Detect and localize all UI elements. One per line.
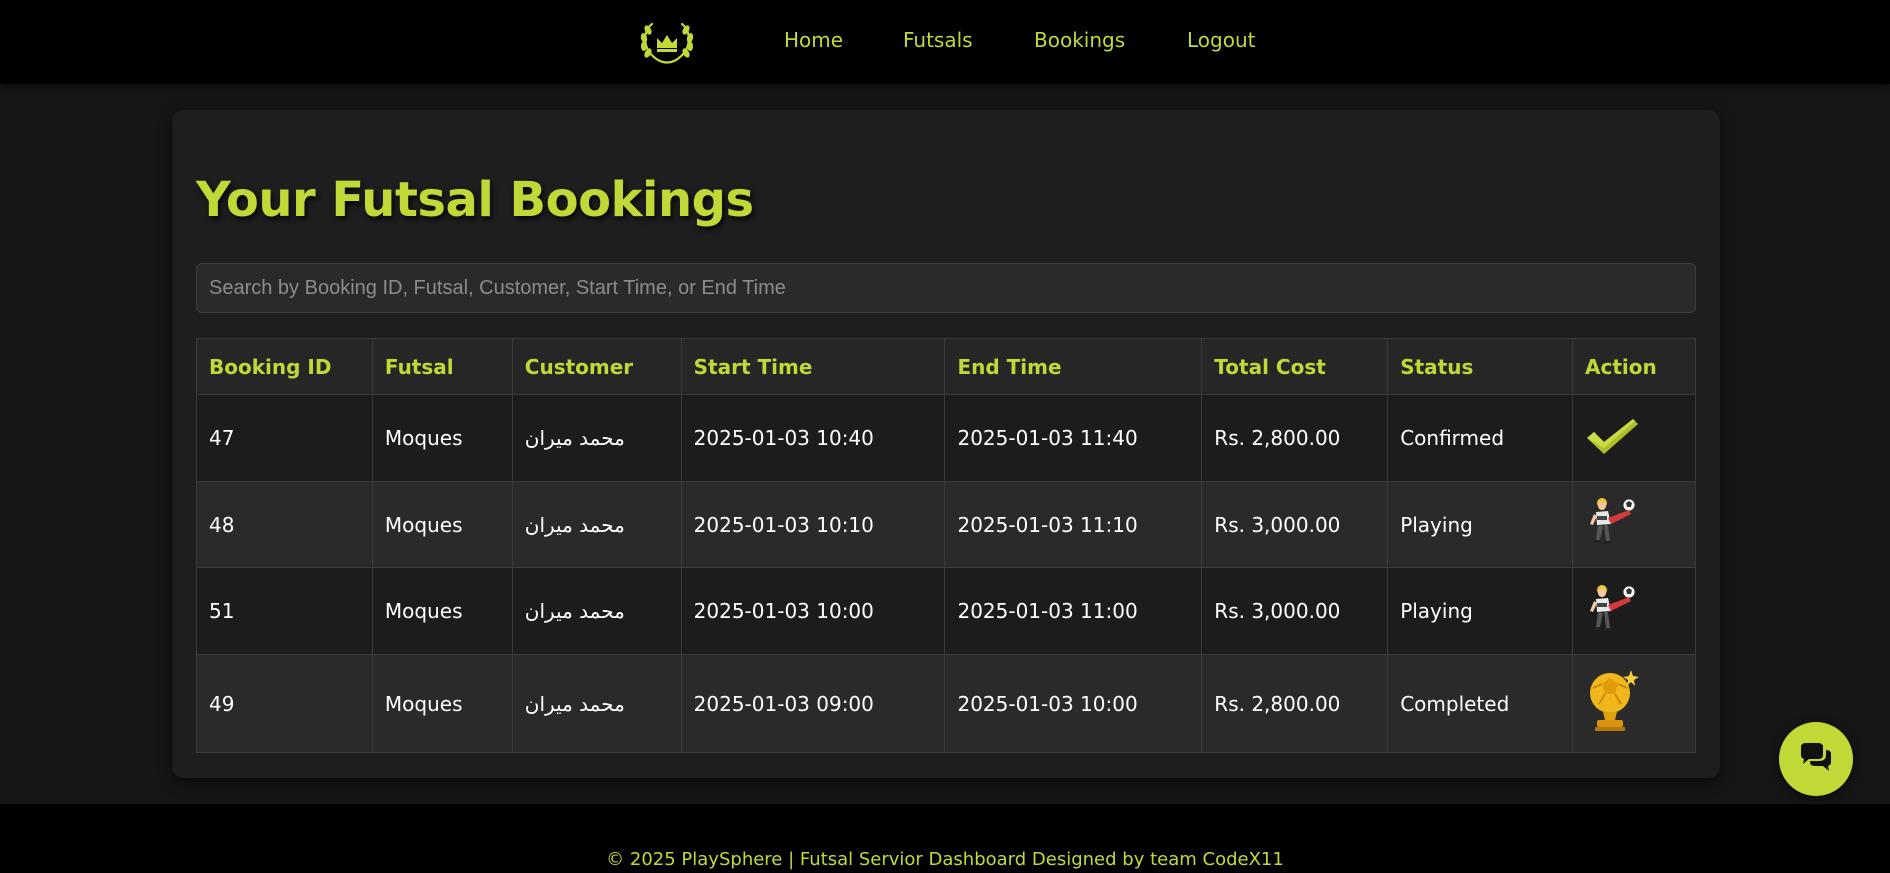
booking-id-cell: 51 (196, 567, 373, 655)
nav-home-link[interactable]: Home (784, 26, 843, 54)
action-cell (1572, 481, 1696, 568)
total-cost-cell: Rs. 3,000.00 (1201, 567, 1389, 655)
bookings-card: Your Futsal Bookings Booking ID Futsal C… (172, 110, 1720, 778)
total-cost-cell: Rs. 3,000.00 (1201, 481, 1389, 568)
booking-id-cell: 48 (196, 481, 373, 568)
end-time-cell: 2025-01-03 11:00 (944, 567, 1203, 655)
top-navbar: Home Futsals Bookings Logout (0, 0, 1890, 84)
table-row: 49 Moques محمد میران 2025-01-03 09:00 20… (196, 654, 1696, 753)
futsal-cell: Moques (371, 394, 513, 482)
green-checkmark-icon[interactable] (1585, 416, 1639, 461)
table-row: 48 Moques محمد میران 2025-01-03 10:10 20… (196, 481, 1696, 568)
nav-futsals-link[interactable]: Futsals (903, 26, 973, 54)
column-header-customer: Customer (511, 338, 682, 395)
customer-cell: محمد میران (511, 394, 682, 482)
column-header-futsal: Futsal (371, 338, 513, 395)
table-row: 47 Moques محمد میران 2025-01-03 10:40 20… (196, 394, 1696, 482)
customer-cell: محمد میران (511, 481, 682, 568)
start-time-cell: 2025-01-03 09:00 (680, 654, 946, 753)
laurel-crown-logo-icon[interactable] (636, 16, 698, 68)
status-cell: Confirmed (1387, 394, 1574, 482)
player-kicking-ball-icon[interactable] (1585, 496, 1639, 553)
table-header-row: Booking ID Futsal Customer Start Time En… (196, 338, 1696, 395)
column-header-action: Action (1572, 338, 1696, 395)
customer-cell: محمد میران (511, 654, 682, 753)
player-kicking-ball-icon[interactable] (1585, 583, 1639, 640)
nav-logout-link[interactable]: Logout (1187, 26, 1255, 54)
column-header-status: Status (1387, 338, 1574, 395)
bookings-table: Booking ID Futsal Customer Start Time En… (196, 338, 1696, 753)
total-cost-cell: Rs. 2,800.00 (1201, 394, 1389, 482)
chat-bubbles-icon (1798, 741, 1834, 777)
nav-bookings-link[interactable]: Bookings (1034, 26, 1125, 54)
end-time-cell: 2025-01-03 10:00 (944, 654, 1203, 753)
column-header-start-time: Start Time (680, 338, 946, 395)
table-row: 51 Moques محمد میران 2025-01-03 10:00 20… (196, 567, 1696, 655)
page-title: Your Futsal Bookings (196, 172, 754, 228)
column-header-end-time: End Time (944, 338, 1203, 395)
column-header-booking-id: Booking ID (196, 338, 373, 395)
footer-copyright-text: © 2025 PlaySphere | Futsal Servior Dashb… (606, 849, 1284, 870)
customer-cell: محمد میران (511, 567, 682, 655)
booking-id-cell: 47 (196, 394, 373, 482)
search-input[interactable] (196, 263, 1696, 313)
end-time-cell: 2025-01-03 11:40 (944, 394, 1203, 482)
status-cell: Playing (1387, 481, 1574, 568)
futsal-cell: Moques (371, 654, 513, 753)
end-time-cell: 2025-01-03 11:10 (944, 481, 1203, 568)
booking-id-cell: 49 (196, 654, 373, 753)
futsal-cell: Moques (371, 481, 513, 568)
chat-button[interactable] (1779, 722, 1853, 796)
total-cost-cell: Rs. 2,800.00 (1201, 654, 1389, 753)
start-time-cell: 2025-01-03 10:00 (680, 567, 946, 655)
action-cell (1572, 394, 1696, 482)
start-time-cell: 2025-01-03 10:40 (680, 394, 946, 482)
action-cell (1572, 567, 1696, 655)
start-time-cell: 2025-01-03 10:10 (680, 481, 946, 568)
golden-ball-trophy-icon[interactable] (1585, 668, 1641, 739)
action-cell (1572, 654, 1696, 753)
column-header-total-cost: Total Cost (1201, 338, 1389, 395)
status-cell: Completed (1387, 654, 1574, 753)
futsal-cell: Moques (371, 567, 513, 655)
footer: © 2025 PlaySphere | Futsal Servior Dashb… (0, 804, 1890, 873)
status-cell: Playing (1387, 567, 1574, 655)
